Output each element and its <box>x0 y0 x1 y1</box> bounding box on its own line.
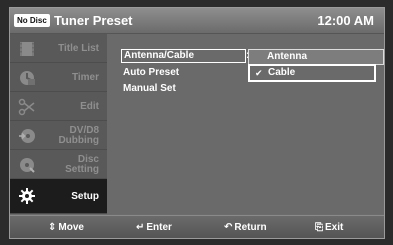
label-text: Setup <box>71 190 99 202</box>
screen: No Disc Tuner Preset 12:00 AM Title List… <box>0 0 393 245</box>
label-line-1: DV/D8 <box>69 124 99 136</box>
footer-move-label: Move <box>58 222 84 233</box>
sidebar-item-title-list[interactable]: Title List <box>10 34 107 63</box>
label-line-2: Dubbing <box>58 134 99 146</box>
label-line-1: Disc <box>77 153 99 165</box>
exit-icon: ⎘ <box>315 222 323 233</box>
sidebar-item-label: Setup <box>71 179 99 214</box>
sidebar-item-label: Title List <box>58 34 99 63</box>
footer-enter: ↵ Enter <box>136 216 172 238</box>
option-antenna[interactable]: Antenna <box>248 49 384 65</box>
menu-row-antenna-cable[interactable]: Antenna/Cable <box>121 49 246 63</box>
enter-icon: ↵ <box>136 222 145 233</box>
sidebar-item-label: DV/D8 Dubbing <box>58 121 99 150</box>
header-bar: No Disc Tuner Preset 12:00 AM <box>10 8 384 34</box>
footer-return-label: Return <box>234 222 267 233</box>
disc-status-badge: No Disc <box>14 14 50 27</box>
up-down-arrow-icon: ⇕ <box>48 222 57 233</box>
footer-enter-label: Enter <box>146 222 172 233</box>
film-icon <box>18 40 36 58</box>
sidebar-item-edit[interactable]: Edit <box>10 92 107 121</box>
sidebar-item-label: Edit <box>80 92 99 121</box>
label-text: Timer <box>71 71 99 83</box>
footer-bar: ⇕ Move ↵ Enter ↶ Return ⎘ Exit <box>10 215 384 238</box>
label-text: Edit <box>80 100 99 112</box>
footer-exit: ⎘ Exit <box>315 216 344 238</box>
sidebar-item-disc-setting[interactable]: Disc Setting <box>10 150 107 179</box>
gear-icon <box>18 187 36 205</box>
sidebar-item-setup[interactable]: Setup <box>10 179 107 214</box>
footer-exit-label: Exit <box>325 222 344 233</box>
sidebar-item-label: Timer <box>72 63 99 92</box>
option-label: Antenna <box>267 51 307 62</box>
tuner-preset-panel: No Disc Tuner Preset 12:00 AM Title List… <box>9 7 385 239</box>
menu-row-auto-preset[interactable]: Auto Preset <box>121 66 246 80</box>
return-icon: ↶ <box>224 222 233 233</box>
checkmark-icon: ✔ <box>255 68 263 78</box>
option-label: Cable <box>268 67 296 78</box>
sidebar-item-label: Disc Setting <box>65 150 99 179</box>
option-cable[interactable]: ✔ Cable <box>248 64 376 82</box>
label-text: Title List <box>58 42 99 54</box>
sidebar: Title List Timer Edit DV/D8 Dubbing Disc… <box>10 34 107 214</box>
clock-icon <box>18 69 36 87</box>
dubbing-icon <box>18 127 36 145</box>
label-line-2: Setting <box>65 163 99 175</box>
page-title: Tuner Preset <box>54 13 133 28</box>
sidebar-item-dubbing[interactable]: DV/D8 Dubbing <box>10 121 107 150</box>
footer-return: ↶ Return <box>224 216 267 238</box>
disc-icon <box>18 156 36 174</box>
menu-row-manual-set[interactable]: Manual Set <box>121 82 246 96</box>
clock: 12:00 AM <box>317 13 374 28</box>
scissors-icon <box>18 98 36 116</box>
antenna-cable-dropdown[interactable]: Antenna ✔ Cable <box>248 49 384 95</box>
sidebar-item-timer[interactable]: Timer <box>10 63 107 92</box>
footer-move: ⇕ Move <box>48 216 84 238</box>
settings-content: Antenna/Cable : Auto Preset Manual Set A… <box>107 34 384 214</box>
